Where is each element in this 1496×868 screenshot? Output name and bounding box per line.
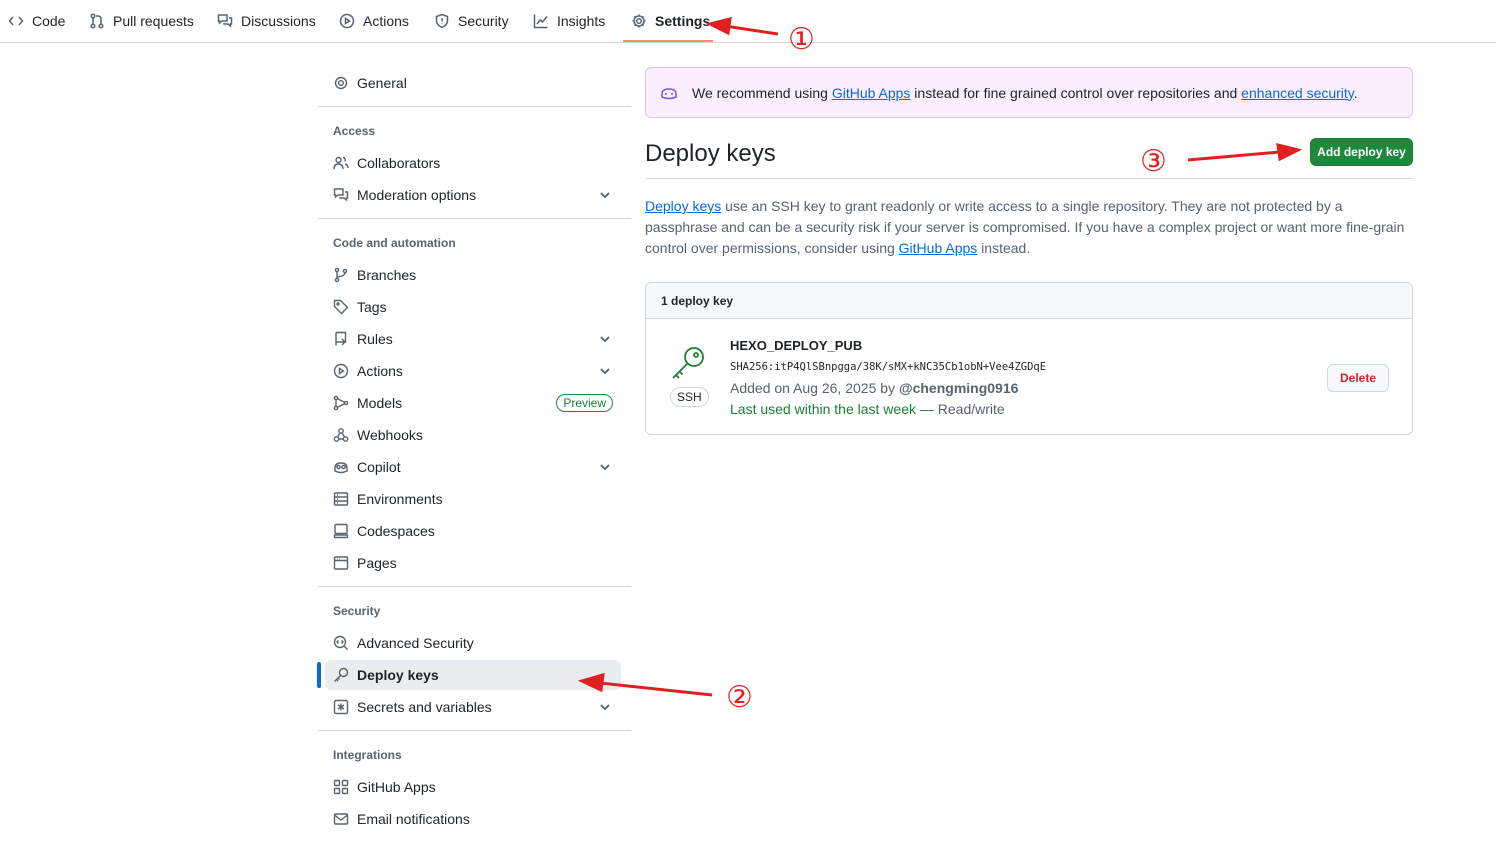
play-icon <box>339 13 355 29</box>
chevron-down-icon <box>600 192 610 199</box>
delete-key-button[interactable]: Delete <box>1327 364 1389 392</box>
annotation-number-2: ② <box>726 680 753 715</box>
play-icon <box>333 363 349 379</box>
tab-actions[interactable]: Actions <box>339 0 409 42</box>
github-apps-link[interactable]: GitHub Apps <box>899 240 978 256</box>
codespaces-icon <box>333 523 349 539</box>
sidebar-divider <box>317 106 631 107</box>
annotation-number-3: ③ <box>1140 144 1167 179</box>
annotation-arrow-3 <box>1187 150 1281 162</box>
chevron-down-icon <box>600 704 610 711</box>
tab-discussions[interactable]: Discussions <box>217 0 316 42</box>
github-apps-banner: We recommend using GitHub Apps instead f… <box>645 67 1413 118</box>
tab-code[interactable]: Code <box>8 0 65 42</box>
sidebar-item-deploy-keys[interactable]: Deploy keys <box>325 660 621 690</box>
sidebar-item-codespaces[interactable]: Codespaces <box>325 516 621 546</box>
copilot-icon <box>661 87 677 99</box>
sidebar-divider <box>317 730 631 731</box>
preview-badge: Preview <box>556 394 613 412</box>
annotation-arrowhead-3 <box>1276 143 1303 162</box>
sidebar-item-github-apps[interactable]: GitHub Apps <box>325 772 621 802</box>
browser-icon <box>333 556 349 570</box>
sidebar-item-environments[interactable]: Environments <box>325 484 621 514</box>
tab-security[interactable]: Security <box>434 0 509 42</box>
apps-icon <box>333 779 349 795</box>
git-pull-request-icon <box>90 13 104 29</box>
deploy-key-last-used: Last used within the last week — Read/wr… <box>730 401 1005 417</box>
sidebar-item-actions[interactable]: Actions <box>325 356 621 386</box>
sidebar-item-pages[interactable]: Pages <box>325 548 621 578</box>
people-icon <box>333 156 349 170</box>
sidebar-item-models[interactable]: Models Preview <box>325 388 621 418</box>
sidebar-heading-security: Security <box>333 604 381 618</box>
gear-icon <box>334 76 348 90</box>
key-asterisk-icon <box>333 699 349 715</box>
deploy-keys-docs-link[interactable]: Deploy keys <box>645 198 721 214</box>
repo-nav: Code Pull requests Discussions Actions S… <box>0 0 1496 43</box>
code-icon <box>8 16 24 26</box>
webhook-icon <box>333 428 349 442</box>
sidebar-item-collaborators[interactable]: Collaborators <box>325 148 621 178</box>
banner-text: We recommend using GitHub Apps instead f… <box>692 84 1358 101</box>
sidebar-item-secrets[interactable]: Secrets and variables <box>325 692 621 722</box>
deploy-key-author: @chengming0916 <box>898 380 1019 396</box>
sidebar-item-branches[interactable]: Branches <box>325 260 621 290</box>
sidebar-heading-code-automation: Code and automation <box>333 236 456 250</box>
server-icon <box>333 492 349 506</box>
copilot-icon <box>334 462 348 474</box>
gear-icon <box>632 14 646 28</box>
sidebar-item-rules[interactable]: Rules <box>325 324 621 354</box>
add-deploy-key-button[interactable]: Add deploy key <box>1310 138 1413 166</box>
sidebar-heading-access: Access <box>333 124 376 138</box>
chevron-down-icon <box>600 464 610 471</box>
active-tab-underline <box>623 40 713 42</box>
deploy-key-count: 1 deploy key <box>646 283 1412 319</box>
sidebar-heading-integrations: Integrations <box>333 748 402 762</box>
banner-enhanced-security-link[interactable]: enhanced security <box>1241 85 1354 101</box>
sidebar-divider <box>317 586 631 587</box>
tab-settings[interactable]: Settings <box>631 0 710 42</box>
graph-icon <box>533 14 548 29</box>
deploy-keys-description: Deploy keys use an SSH key to grant read… <box>645 198 1405 256</box>
selected-item-marker <box>317 662 321 688</box>
sidebar-item-webhooks[interactable]: Webhooks <box>325 420 621 450</box>
deploy-key-list: 1 deploy key SSH HEXO_DEPLOY_PUB SHA256:… <box>645 282 1413 435</box>
chevron-down-icon <box>600 368 610 375</box>
comment-discussion-icon <box>333 188 349 202</box>
sidebar-item-advanced-security[interactable]: Advanced Security <box>325 628 621 658</box>
sidebar-item-tags[interactable]: Tags <box>325 292 621 322</box>
tag-icon <box>333 299 349 315</box>
key-icon <box>334 667 349 682</box>
deploy-key-added: Added on Aug 26, 2025 by @chengming0916 <box>730 380 1019 396</box>
shield-icon <box>435 13 449 29</box>
chevron-down-icon <box>600 336 610 343</box>
ssh-badge: SSH <box>670 387 709 407</box>
key-icon <box>672 347 704 379</box>
git-branch-icon <box>334 267 348 283</box>
tab-pull-requests[interactable]: Pull requests <box>89 0 194 42</box>
repo-push-icon <box>335 331 347 346</box>
sidebar-item-email-notifications[interactable]: Email notifications <box>325 804 621 834</box>
deploy-key-name: HEXO_DEPLOY_PUB <box>730 338 863 353</box>
deploy-key-fingerprint: SHA256:itP4QlSBnpgga/38K/sMX+kNC35Cb1obN… <box>730 361 1047 373</box>
models-icon <box>333 395 349 411</box>
sidebar-item-general[interactable]: General <box>325 68 621 98</box>
sidebar-item-copilot[interactable]: Copilot <box>325 452 621 482</box>
sidebar-item-moderation[interactable]: Moderation options <box>325 180 621 210</box>
title-divider <box>645 178 1413 179</box>
banner-github-apps-link[interactable]: GitHub Apps <box>832 85 911 101</box>
codescan-icon <box>333 635 348 650</box>
annotation-number-1: ① <box>788 22 815 57</box>
sidebar-divider <box>317 218 631 219</box>
comment-discussion-icon <box>217 14 233 28</box>
page-title: Deploy keys <box>645 140 776 167</box>
mail-icon <box>333 813 349 825</box>
tab-insights[interactable]: Insights <box>533 0 605 42</box>
